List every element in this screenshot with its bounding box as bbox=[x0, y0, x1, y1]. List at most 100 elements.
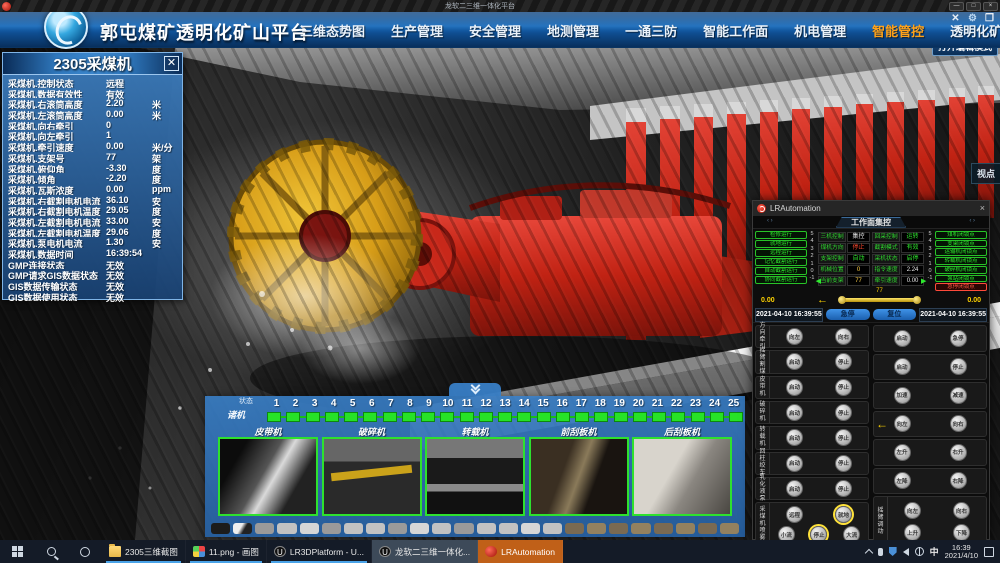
speaker-icon[interactable] bbox=[903, 548, 909, 556]
cortana-button[interactable] bbox=[68, 540, 102, 563]
taskbar-task[interactable]: U龙软二三维一体化... bbox=[372, 540, 478, 563]
circle-button[interactable]: 启动 bbox=[786, 353, 803, 370]
circle-button[interactable]: 启动 bbox=[894, 358, 911, 375]
circle-button[interactable]: 右降 bbox=[950, 472, 967, 489]
panel-close-icon[interactable]: ✕ bbox=[164, 56, 179, 71]
filmstrip-item[interactable] bbox=[676, 523, 695, 534]
filmstrip-item[interactable] bbox=[322, 523, 341, 534]
filmstrip-item[interactable] bbox=[543, 523, 562, 534]
circle-button[interactable]: 向右 bbox=[953, 502, 970, 519]
filmstrip-item[interactable] bbox=[255, 523, 274, 534]
circle-button[interactable]: 启动 bbox=[786, 455, 803, 472]
circle-button[interactable]: 左升 bbox=[894, 444, 911, 461]
nav-item-7[interactable]: 智能管控 bbox=[872, 21, 924, 40]
start-button[interactable] bbox=[0, 540, 34, 563]
lock-button[interactable]: 运输机闭锁点 bbox=[935, 248, 987, 256]
viewpoint-tab[interactable]: 视点 bbox=[971, 163, 1000, 184]
taskbar-task[interactable]: 11.png - 画图 bbox=[186, 540, 267, 563]
mode-button[interactable]: 协同截割运行 bbox=[755, 276, 807, 284]
circle-button[interactable]: 加速 bbox=[894, 387, 911, 404]
nav-item-1[interactable]: 生产管理 bbox=[391, 21, 443, 40]
circle-button[interactable]: 上升 bbox=[904, 524, 921, 541]
tools-icon[interactable]: ✕ bbox=[949, 13, 962, 24]
filmstrip-item[interactable] bbox=[388, 523, 407, 534]
lr-close-icon[interactable]: × bbox=[980, 204, 985, 213]
nav-item-2[interactable]: 安全管理 bbox=[469, 21, 521, 40]
search-button[interactable] bbox=[34, 540, 68, 563]
estop-lock-button[interactable]: 急停闭锁点 bbox=[935, 283, 987, 291]
filmstrip-item[interactable] bbox=[454, 523, 473, 534]
camera-thumbnail[interactable] bbox=[218, 437, 318, 516]
security-shield-icon[interactable] bbox=[889, 547, 897, 556]
camera-thumbnail[interactable] bbox=[529, 437, 629, 516]
network-globe-icon[interactable] bbox=[915, 547, 924, 556]
filmstrip-item[interactable] bbox=[344, 523, 363, 534]
circle-button[interactable]: 停止 bbox=[835, 480, 852, 497]
microphone-icon[interactable] bbox=[878, 548, 883, 556]
circle-button[interactable]: 减速 bbox=[950, 387, 967, 404]
ime-indicator[interactable]: 中 bbox=[930, 545, 939, 558]
filmstrip-item[interactable] bbox=[233, 523, 252, 534]
mode-button[interactable]: 记忆截割运行 bbox=[755, 258, 807, 266]
close-icon[interactable]: × bbox=[983, 2, 998, 11]
notification-center-icon[interactable] bbox=[984, 547, 994, 557]
circle-button[interactable]: 启动 bbox=[786, 379, 803, 396]
circle-button[interactable]: 停止 bbox=[835, 455, 852, 472]
filmstrip-item[interactable] bbox=[277, 523, 296, 534]
filmstrip-item[interactable] bbox=[432, 523, 451, 534]
nav-item-0[interactable]: 三维态势图 bbox=[300, 21, 365, 40]
circle-button[interactable]: 向左 bbox=[904, 502, 921, 519]
filmstrip-item[interactable] bbox=[211, 523, 230, 534]
lock-button[interactable]: 泵站闭锁点 bbox=[935, 275, 987, 283]
circle-button[interactable]: 向右 bbox=[950, 415, 967, 432]
nav-item-4[interactable]: 一通三防 bbox=[625, 21, 677, 40]
maximize-icon[interactable]: □ bbox=[966, 2, 981, 11]
circle-button[interactable]: 启动 bbox=[894, 330, 911, 347]
filmstrip-item[interactable] bbox=[410, 523, 429, 534]
mode-button[interactable]: 远程运行 bbox=[755, 249, 807, 257]
filmstrip-item[interactable] bbox=[654, 523, 673, 534]
nav-item-6[interactable]: 机电管理 bbox=[794, 21, 846, 40]
circle-button[interactable]: 停止 bbox=[835, 353, 852, 370]
tray-expand-icon[interactable] bbox=[864, 548, 872, 556]
filmstrip-item[interactable] bbox=[499, 523, 518, 534]
camera-thumbnail[interactable] bbox=[632, 437, 732, 516]
circle-button[interactable]: 下降 bbox=[953, 524, 970, 541]
circle-button[interactable]: 停止 bbox=[835, 429, 852, 446]
camera-thumbnail[interactable] bbox=[322, 437, 422, 516]
circle-button[interactable]: 停止 bbox=[835, 404, 852, 421]
clock[interactable]: 16:39 2021/4/10 bbox=[945, 544, 978, 560]
circle-button[interactable]: 向右 bbox=[835, 328, 852, 345]
mode-button[interactable]: 就地运行 bbox=[755, 240, 807, 248]
taskbar-task[interactable]: ULR3DPlatform - U... bbox=[267, 540, 372, 563]
filmstrip-item[interactable] bbox=[720, 523, 739, 534]
lock-button[interactable]: 支架闭锁点 bbox=[935, 240, 987, 248]
circle-button[interactable]: 就地 bbox=[835, 506, 852, 523]
circle-button[interactable]: 左降 bbox=[894, 472, 911, 489]
mode-button[interactable]: 检修运行 bbox=[755, 231, 807, 239]
gear-icon[interactable]: ⚙ bbox=[966, 13, 979, 24]
filmstrip-item[interactable] bbox=[631, 523, 650, 534]
circle-button[interactable]: 右升 bbox=[950, 444, 967, 461]
filmstrip-item[interactable] bbox=[300, 523, 319, 534]
mode-button[interactable]: 自动截割运行 bbox=[755, 267, 807, 275]
lock-button[interactable]: 转载机闭锁点 bbox=[935, 257, 987, 265]
filmstrip-item[interactable] bbox=[587, 523, 606, 534]
circle-button[interactable]: 启动 bbox=[786, 480, 803, 497]
camera-thumbnail[interactable] bbox=[425, 437, 525, 516]
estop-button[interactable]: 急停 bbox=[826, 309, 870, 320]
filmstrip-item[interactable] bbox=[366, 523, 385, 534]
circle-button[interactable]: 停止 bbox=[835, 379, 852, 396]
lock-button[interactable]: 煤机闭锁点 bbox=[935, 231, 987, 239]
window-restore-icon[interactable]: ❐ bbox=[983, 13, 996, 24]
filmstrip-item[interactable] bbox=[698, 523, 717, 534]
nav-item-5[interactable]: 智能工作面 bbox=[703, 21, 768, 40]
circle-button[interactable]: 向左 bbox=[894, 415, 911, 432]
taskbar-task[interactable]: LRAutomation bbox=[478, 540, 563, 563]
reset-button[interactable]: 复位 bbox=[873, 309, 917, 320]
circle-button[interactable]: 向左 bbox=[786, 328, 803, 345]
filmstrip-item[interactable] bbox=[565, 523, 584, 534]
minimize-icon[interactable]: — bbox=[949, 2, 964, 11]
filmstrip-item[interactable] bbox=[521, 523, 540, 534]
filmstrip-item[interactable] bbox=[609, 523, 628, 534]
